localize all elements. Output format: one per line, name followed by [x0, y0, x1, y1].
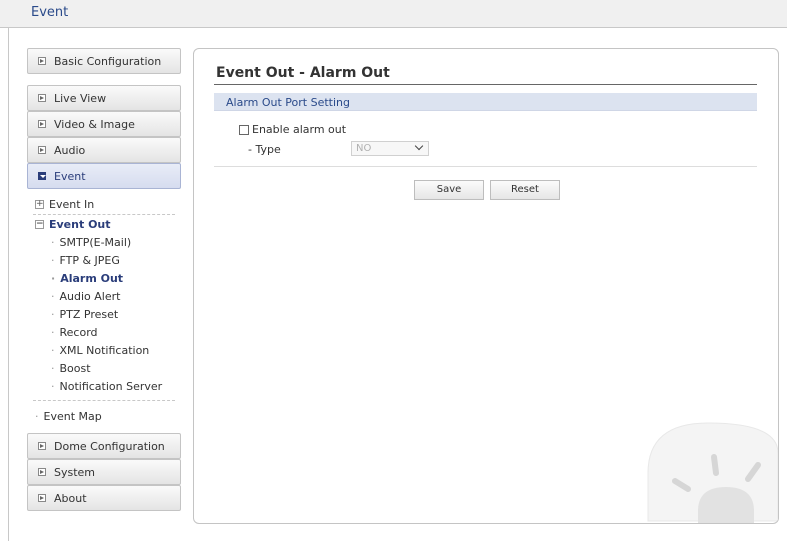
sidebar-item-about[interactable]: About — [27, 485, 181, 511]
type-select[interactable]: NO — [351, 141, 429, 156]
tree-item-ptz-preset[interactable]: · PTZ Preset — [51, 306, 118, 322]
sidebar-item-label: Audio — [54, 143, 86, 157]
tree-item-label: Alarm Out — [60, 271, 124, 285]
divider — [214, 166, 757, 167]
divider — [33, 214, 175, 215]
tree-item-notification-server[interactable]: · Notification Server — [51, 378, 162, 394]
tree-item-label: FTP & JPEG — [59, 253, 120, 267]
type-label: - Type — [248, 143, 281, 156]
sidebar-item-label: About — [54, 491, 87, 505]
sidebar-item-video-image[interactable]: Video & Image — [27, 111, 181, 137]
frame-divider — [8, 28, 9, 541]
sidebar-item-dome-configuration[interactable]: Dome Configuration — [27, 433, 181, 459]
bullet-icon: · — [51, 289, 55, 303]
tree-item-label: SMTP(E-Mail) — [59, 235, 132, 249]
tree-item-label: XML Notification — [59, 343, 150, 357]
section-title: Alarm Out Port Setting — [226, 96, 350, 109]
bullet-icon: · — [51, 325, 55, 339]
tree-item-alarm-out[interactable]: · Alarm Out — [51, 270, 123, 286]
bullet-icon: · — [51, 343, 55, 357]
tree-item-ftp-jpeg[interactable]: · FTP & JPEG — [51, 252, 120, 268]
save-button[interactable]: Save — [414, 180, 484, 200]
reset-button[interactable]: Reset — [490, 180, 560, 200]
collapse-icon — [38, 172, 46, 180]
top-header: Event — [0, 0, 787, 28]
tree-item-label: Audio Alert — [59, 289, 121, 303]
enable-alarm-out-checkbox[interactable] — [239, 124, 249, 135]
sidebar-item-label: Live View — [54, 91, 107, 105]
bullet-icon: · — [51, 307, 55, 321]
sidebar-item-label: Basic Configuration — [54, 54, 162, 68]
tree-item-smtp[interactable]: · SMTP(E-Mail) — [51, 234, 131, 250]
divider — [33, 400, 175, 401]
sidebar-item-label: Event — [54, 169, 86, 183]
bullet-icon: · — [51, 379, 55, 393]
tree-item-audio-alert[interactable]: · Audio Alert — [51, 288, 120, 304]
expand-icon — [38, 120, 46, 128]
bullet-icon: · — [51, 361, 55, 375]
expand-icon — [38, 442, 46, 450]
main-panel: Event Out - Alarm Out Alarm Out Port Set… — [193, 48, 779, 524]
bullet-icon: · — [51, 235, 55, 249]
sidebar-item-live-view[interactable]: Live View — [27, 85, 181, 111]
enable-alarm-out-row: Enable alarm out — [239, 123, 346, 136]
sidebar-item-audio[interactable]: Audio — [27, 137, 181, 163]
alarm-siren-watermark-icon — [647, 422, 778, 523]
expand-icon — [38, 57, 46, 65]
sidebar-item-event[interactable]: Event — [27, 163, 181, 189]
bullet-icon: · — [51, 253, 55, 267]
tree-item-event-map[interactable]: · Event Map — [35, 408, 102, 424]
minus-icon: − — [35, 218, 44, 229]
tree-item-label: Event Map — [43, 409, 102, 423]
tree-item-event-out[interactable]: − Event Out — [35, 216, 111, 232]
tree-item-label: Event In — [49, 197, 95, 211]
sidebar-item-label: Video & Image — [54, 117, 135, 131]
expand-icon — [38, 94, 46, 102]
tree-item-boost[interactable]: · Boost — [51, 360, 91, 376]
tree-item-label: PTZ Preset — [59, 307, 119, 321]
tree-item-label: Event Out — [49, 217, 111, 231]
section-header: Alarm Out Port Setting — [214, 93, 757, 111]
sidebar-item-system[interactable]: System — [27, 459, 181, 485]
plus-icon: + — [35, 198, 44, 209]
tree-item-xml-notification[interactable]: · XML Notification — [51, 342, 149, 358]
chevron-down-icon — [414, 141, 424, 151]
header-title: Event — [31, 5, 69, 20]
tree-item-event-in[interactable]: + Event In — [35, 196, 94, 212]
tree-item-label: Notification Server — [59, 379, 163, 393]
sidebar-item-label: Dome Configuration — [54, 439, 165, 453]
sidebar-item-label: System — [54, 465, 96, 479]
sidebar-item-basic-configuration[interactable]: Basic Configuration — [27, 48, 181, 74]
expand-icon — [38, 494, 46, 502]
tree-item-label: Record — [59, 325, 98, 339]
page-title: Event Out - Alarm Out — [216, 65, 390, 81]
expand-icon — [38, 146, 46, 154]
bullet-icon: · — [51, 271, 56, 285]
tree-item-label: Boost — [59, 361, 91, 375]
type-select-value: NO — [356, 143, 372, 154]
title-underline — [214, 84, 757, 85]
tree-item-record[interactable]: · Record — [51, 324, 98, 340]
expand-icon — [38, 468, 46, 476]
bullet-icon: · — [35, 409, 39, 423]
enable-alarm-out-label: Enable alarm out — [252, 123, 347, 136]
